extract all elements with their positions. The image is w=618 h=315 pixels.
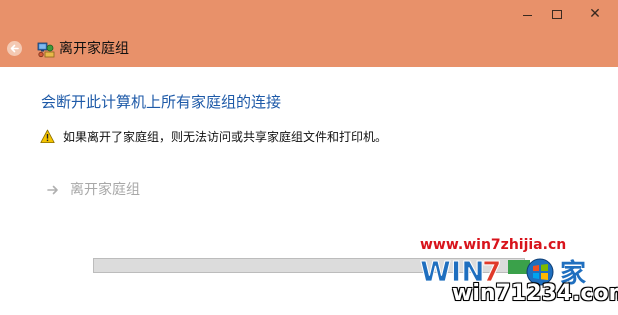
warning-icon (40, 129, 55, 143)
warning-message: 如果离开了家庭组，则无法访问或共享家庭组文件和打印机。 (63, 130, 388, 144)
page-heading: 会断开此计算机上所有家庭组的连接 (41, 93, 282, 111)
homegroup-icon (37, 42, 55, 58)
watermark-url: www.win7zhijia.cn (420, 237, 567, 253)
back-arrow-icon (10, 44, 19, 53)
minimize-icon (522, 14, 532, 16)
back-button[interactable] (7, 41, 22, 56)
leave-homegroup-option[interactable]: 离开家庭组 (46, 180, 140, 200)
close-button[interactable]: ✕ (572, 0, 618, 28)
window-controls: ✕ (512, 0, 618, 28)
close-icon: ✕ (589, 6, 601, 22)
maximize-button[interactable] (542, 0, 572, 28)
minimize-button[interactable] (512, 0, 542, 28)
maximize-icon (552, 9, 562, 19)
leave-homegroup-label: 离开家庭组 (70, 182, 140, 198)
watermark-site: win71234.com (452, 281, 618, 306)
arrow-right-icon (47, 185, 58, 195)
window-title: 离开家庭组 (59, 41, 129, 57)
title-bar: ✕ 离开家庭组 (0, 0, 618, 67)
